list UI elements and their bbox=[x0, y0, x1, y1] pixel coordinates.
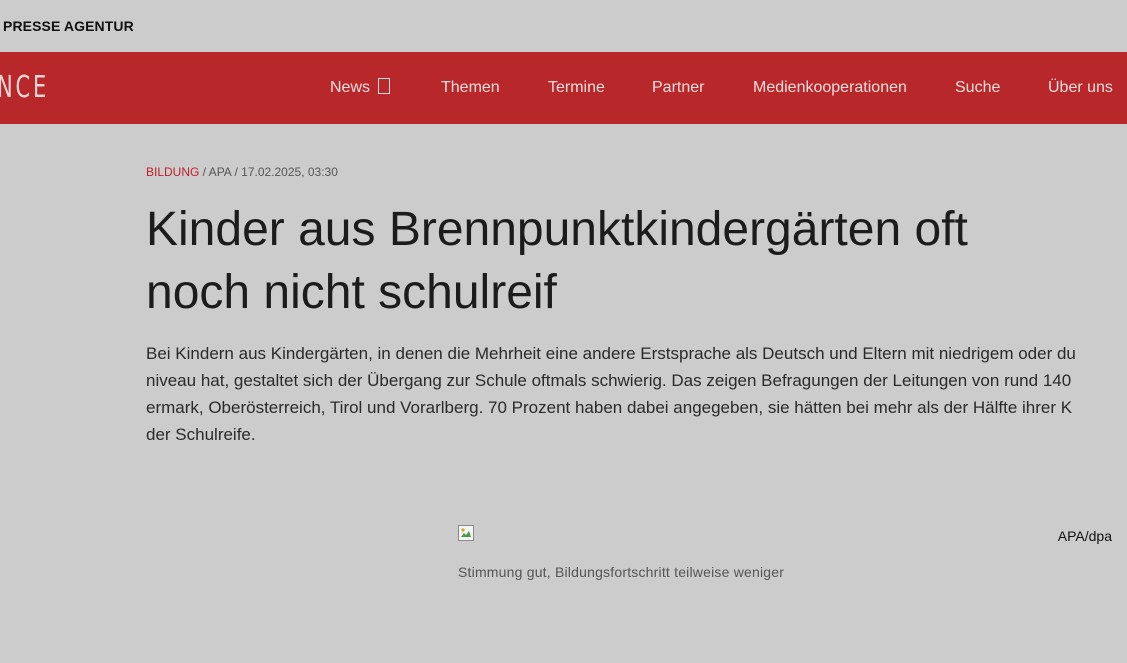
agency-name[interactable]: PRESSE AGENTUR bbox=[3, 18, 134, 34]
article-title: Kinder aus Brennpunktkindergärten oft no… bbox=[146, 198, 1026, 324]
nav-item-suche[interactable]: Suche bbox=[955, 52, 1000, 124]
nav-item-label: News bbox=[330, 79, 371, 96]
nav-item-news[interactable]: News bbox=[330, 52, 391, 124]
nav-item-partner[interactable]: Partner bbox=[652, 52, 704, 124]
nav-item-ueber-uns[interactable]: Über uns bbox=[1048, 52, 1113, 124]
main-navigation: NCE News Themen Termine Partner Medienko… bbox=[0, 52, 1127, 124]
chevron-down-icon[interactable] bbox=[378, 78, 391, 94]
category-link[interactable]: BILDUNG bbox=[146, 165, 199, 179]
article-lead: Bei Kindern aus Kindergärten, in denen d… bbox=[146, 340, 1127, 450]
article-meta: BILDUNG / APA / 17.02.2025, 03:30 bbox=[146, 165, 338, 179]
lead-line: niveau hat, gestaltet sich der Übergang … bbox=[146, 371, 1072, 390]
title-line: Kinder aus Brennpunktkindergärten oft bbox=[146, 203, 968, 256]
nav-item-termine[interactable]: Termine bbox=[548, 52, 605, 124]
nav-item-medienkooperationen[interactable]: Medienkooperationen bbox=[753, 52, 907, 124]
nav-item-themen[interactable]: Themen bbox=[441, 52, 500, 124]
lead-line: der Schulreife. bbox=[146, 425, 256, 444]
image-caption: Stimmung gut, Bildungsfortschritt teilwe… bbox=[458, 564, 785, 580]
lead-line: Bei Kindern aus Kindergärten, in denen d… bbox=[146, 344, 1076, 363]
image-credit: APA/dpa bbox=[1057, 528, 1112, 544]
site-logo[interactable]: NCE bbox=[0, 72, 49, 104]
broken-image-icon bbox=[458, 525, 474, 541]
top-bar: PRESSE AGENTUR bbox=[0, 0, 1127, 52]
lead-line: ermark, Oberösterreich, Tirol und Vorarl… bbox=[146, 398, 1073, 417]
title-line: noch nicht schulreif bbox=[146, 266, 557, 319]
source-date: / APA / 17.02.2025, 03:30 bbox=[199, 165, 338, 179]
